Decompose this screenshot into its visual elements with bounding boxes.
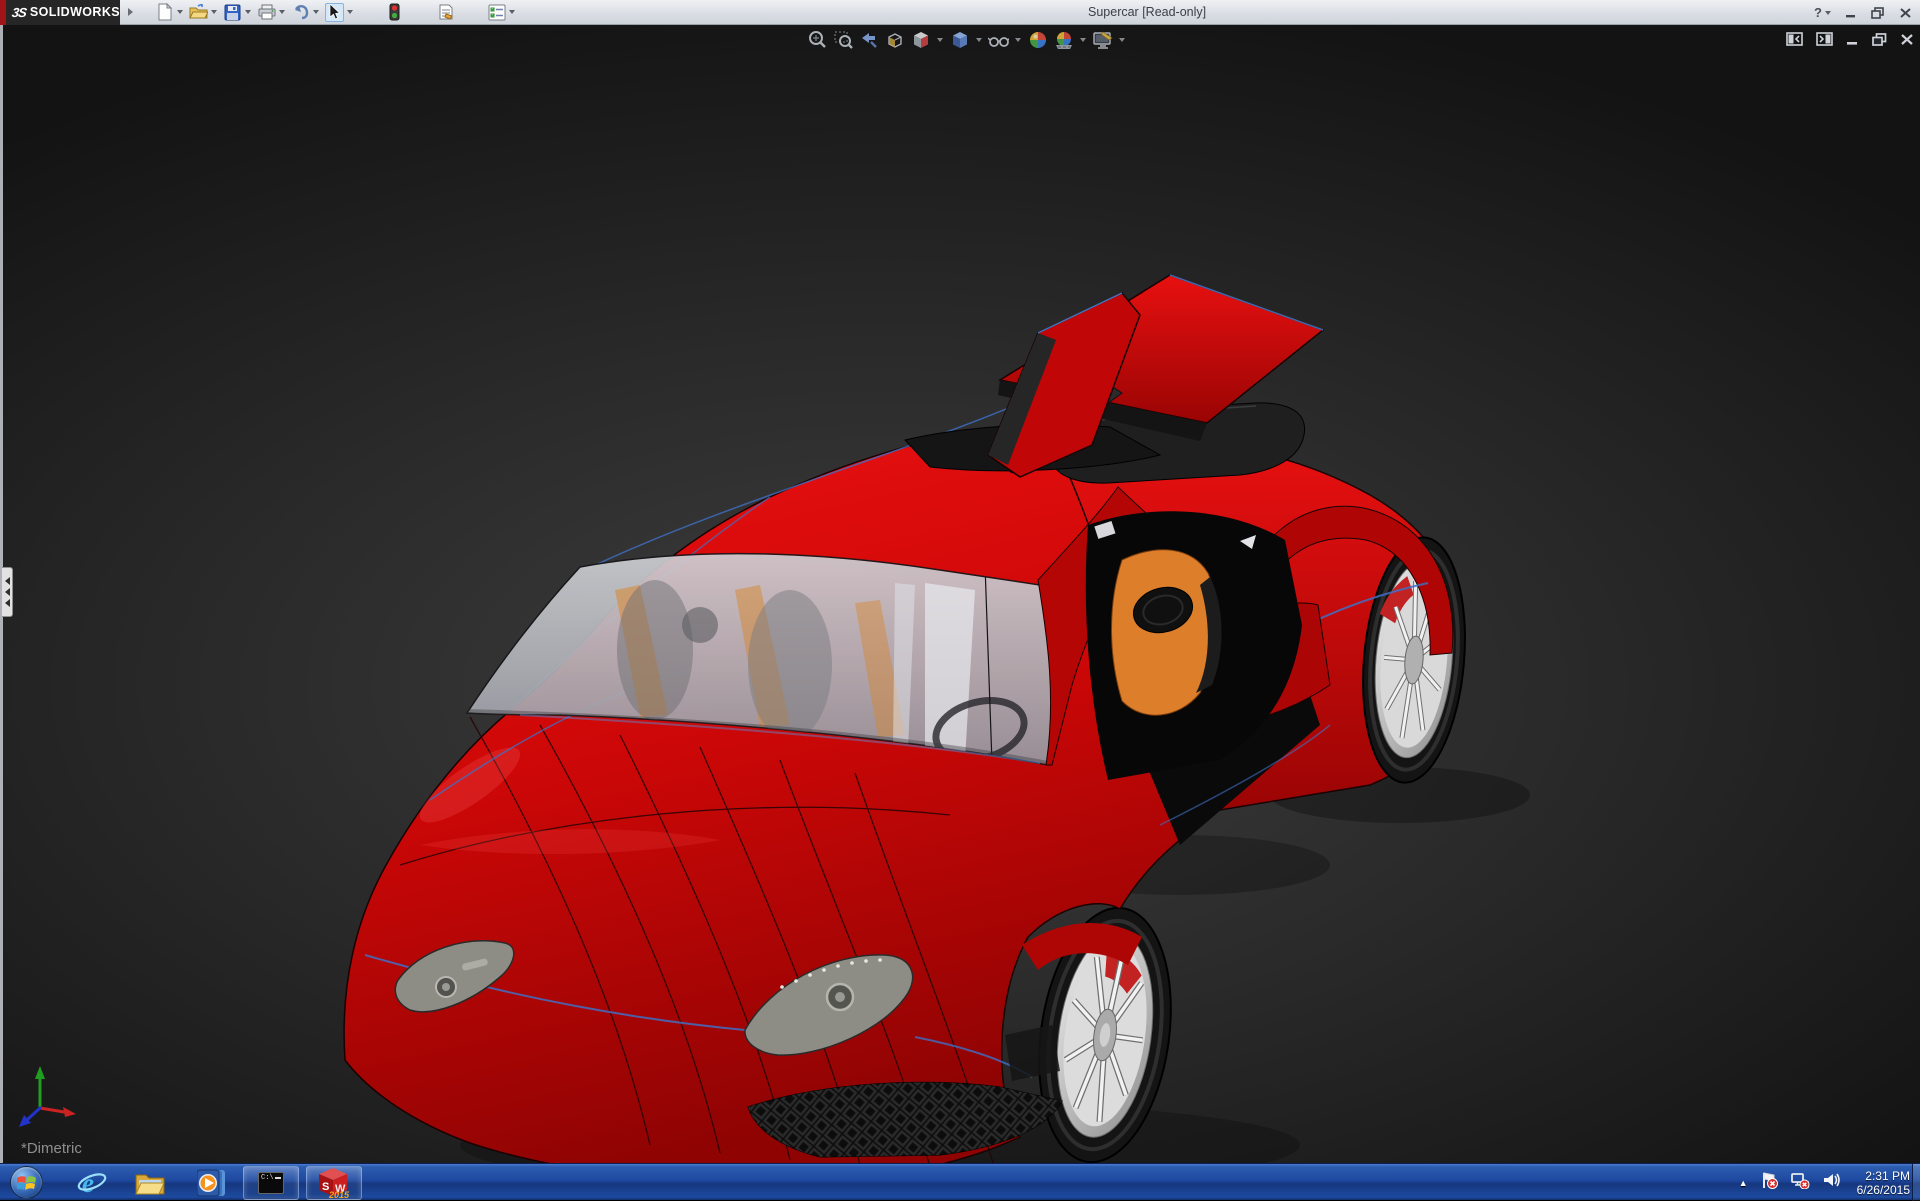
taskbar-media-player[interactable] (196, 1167, 228, 1199)
windows-taskbar: e C:\ S W 2015 ▲ 2:31 PM 6/26/2015 (0, 1163, 1920, 1201)
select-dropdown-icon[interactable] (347, 10, 353, 14)
print-button[interactable] (257, 3, 285, 22)
help-icon: ? (1814, 5, 1822, 20)
network-status-icon[interactable] (1790, 1172, 1810, 1194)
open-folder-icon (189, 3, 208, 22)
svg-text:2015: 2015 (328, 1190, 350, 1199)
clock-time: 2:31 PM (1865, 1168, 1910, 1183)
start-button[interactable] (10, 1166, 43, 1199)
select-button[interactable] (325, 2, 353, 22)
minimize-button[interactable] (1845, 7, 1857, 19)
volume-icon[interactable] (1823, 1172, 1840, 1193)
file-properties-icon (436, 3, 455, 22)
undo-button[interactable] (291, 3, 319, 22)
file-properties-button[interactable] (436, 3, 455, 22)
options-dropdown-icon[interactable] (509, 10, 515, 14)
taskbar-solidworks[interactable]: S W 2015 (306, 1166, 362, 1200)
taskbar-internet-explorer[interactable]: e (76, 1167, 108, 1199)
undo-dropdown-icon[interactable] (313, 10, 319, 14)
brake-duct (1005, 1025, 1060, 1081)
command-prompt-icon: C:\ (258, 1172, 284, 1194)
show-desktop-button[interactable] (1912, 1164, 1920, 1201)
view-orientation-label: *Dimetric (21, 1140, 82, 1157)
new-dropdown-icon[interactable] (177, 10, 183, 14)
new-document-icon (155, 3, 174, 22)
title-bar: 3S SOLIDWORKS Supercar [Read-only] ? (0, 0, 1920, 25)
window-controls: ? (1814, 0, 1912, 25)
clock-date: 6/26/2015 (1856, 1182, 1910, 1197)
options-checklist-icon (487, 3, 506, 22)
printer-icon (257, 3, 276, 22)
help-dropdown-icon[interactable] (1825, 10, 1831, 15)
options-button[interactable] (487, 3, 515, 22)
brand-accent-stripe (0, 0, 6, 25)
system-tray: ▲ 2:31 PM 6/26/2015 (1739, 1164, 1910, 1201)
save-floppy-icon (223, 3, 242, 22)
window-title: Supercar [Read-only] (1088, 5, 1207, 19)
open-button[interactable] (189, 3, 217, 22)
new-button[interactable] (155, 3, 183, 22)
solidworks-2015-icon: S W 2015 (319, 1168, 350, 1199)
brand-name: SOLIDWORKS (29, 5, 121, 19)
quick-access-toolbar (155, 0, 521, 25)
save-dropdown-icon[interactable] (245, 10, 251, 14)
menu-expand-icon[interactable] (128, 8, 133, 16)
windows-flag-icon (17, 1176, 36, 1190)
rebuild-button[interactable] (385, 3, 404, 22)
undo-arrow-icon (291, 3, 310, 22)
help-button[interactable]: ? (1814, 5, 1831, 20)
open-dropdown-icon[interactable] (211, 10, 217, 14)
save-button[interactable] (223, 3, 251, 22)
orientation-triad (19, 1066, 76, 1127)
close-button[interactable] (1899, 7, 1912, 19)
supercar-3d-model[interactable] (0, 25, 1920, 1163)
tray-clock[interactable]: 2:31 PM 6/26/2015 (1857, 1169, 1910, 1197)
traffic-light-icon (385, 3, 404, 22)
print-dropdown-icon[interactable] (279, 10, 285, 14)
svg-text:e: e (82, 1168, 94, 1198)
taskbar-windows-explorer[interactable] (134, 1167, 166, 1199)
graphics-viewport[interactable]: *Dimetric (0, 25, 1920, 1163)
action-center-icon[interactable] (1761, 1171, 1778, 1194)
dassault-3s-icon: 3S (10, 4, 27, 20)
restore-button[interactable] (1871, 6, 1885, 19)
select-cursor-icon (325, 2, 344, 22)
solidworks-logo: 3S SOLIDWORKS (0, 0, 120, 25)
show-hidden-icons-button[interactable]: ▲ (1739, 1178, 1748, 1188)
taskbar-command-prompt[interactable]: C:\ (243, 1166, 299, 1200)
